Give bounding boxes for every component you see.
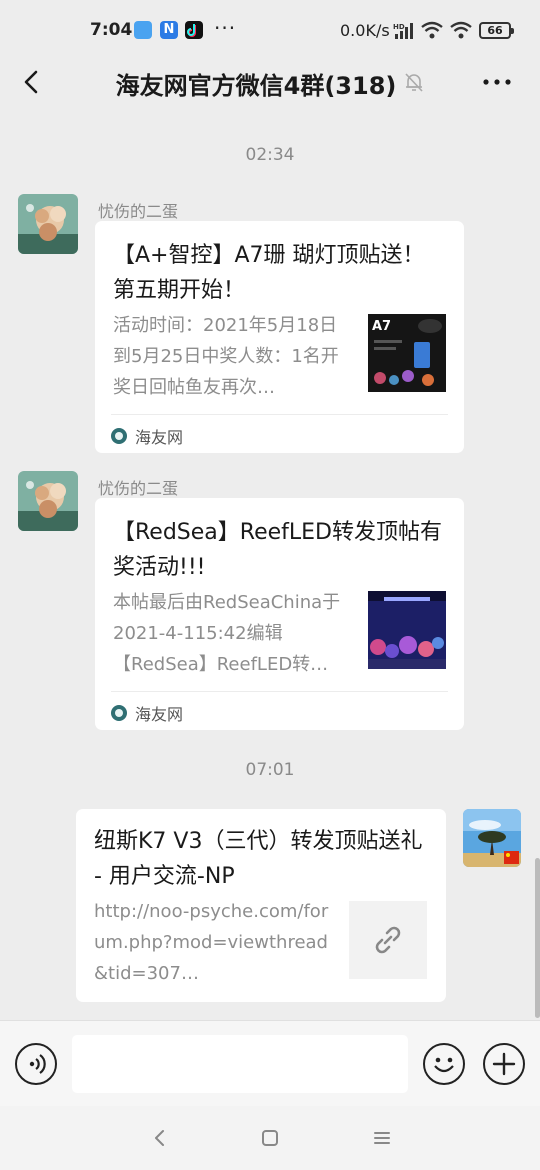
input-bar (0, 1020, 540, 1106)
hd-signal-icon: HD (393, 23, 413, 39)
nav-home-icon (262, 1130, 278, 1146)
card-description: http://noo-psyche.com/forum.php?mod=view… (94, 901, 329, 984)
card-source: 海友网 (111, 424, 183, 448)
message-timestamp: 07:01 (245, 760, 295, 780)
shared-link-card[interactable]: 纽斯K7 V3（三代）转发顶贴送礼 - 用户交流-NP http://noo-p… (76, 809, 446, 1002)
nav-back-icon (155, 1130, 164, 1146)
sender-name: 忧伤的二蛋 (98, 479, 179, 498)
nav-menu-button[interactable] (368, 1126, 396, 1150)
svg-text:HD: HD (393, 23, 405, 31)
card-title: 【RedSea】ReefLED转发顶帖有奖活动!!! (113, 520, 442, 580)
nav-home-button[interactable] (256, 1126, 284, 1150)
sender-name: 忧伤的二蛋 (98, 202, 179, 221)
more-dots-icon (483, 79, 511, 85)
app-notification-icon (134, 21, 152, 39)
emoji-button[interactable] (423, 1043, 465, 1085)
card-description: 活动时间：2021年5月18日到5月25日中奖人数：1名开奖日回帖鱼友再次… (113, 315, 339, 398)
card-title: 纽斯K7 V3（三代）转发顶贴送礼 - 用户交流-NP (94, 829, 423, 889)
link-thumbnail (349, 901, 427, 979)
shared-article-card[interactable]: 【A+智控】A7珊 瑚灯顶贴送！第五期开始！ 活动时间：2021年5月18日到5… (95, 221, 464, 453)
wifi-icon (450, 21, 472, 39)
self-avatar[interactable] (463, 809, 521, 867)
source-logo-icon (111, 705, 127, 721)
voice-button[interactable] (15, 1043, 57, 1085)
tree-sky-avatar-image (463, 809, 521, 867)
message-timestamp: 02:34 (245, 145, 295, 165)
chat-title: 海友网官方微信4群(318) (115, 72, 397, 100)
card-divider (111, 691, 448, 692)
n-app-icon: N (160, 21, 178, 39)
plus-icon (492, 1052, 516, 1076)
shared-article-card[interactable]: 【RedSea】ReefLED转发顶帖有奖活动!!! 本帖最后由RedSeaCh… (95, 498, 464, 730)
chat-header: 海友网官方微信4群(318) (0, 56, 540, 112)
mute-bell-icon (405, 73, 423, 92)
emoji-icon (434, 1057, 454, 1073)
card-title: 【A+智控】A7珊 瑚灯顶贴送！第五期开始！ (113, 243, 425, 303)
card-source: 海友网 (111, 701, 183, 725)
voice-icon (29, 1054, 46, 1074)
thumb-label: A7 (372, 319, 391, 334)
coral-avatar-image (18, 471, 78, 531)
battery-icon: 66 (479, 22, 514, 39)
more-button[interactable] (478, 66, 518, 98)
message-input[interactable] (72, 1035, 408, 1093)
source-logo-icon (111, 428, 127, 444)
card-description: 本帖最后由RedSeaChina于2021-4-115:42编辑【RedSea】… (113, 592, 341, 675)
coral-avatar-image (18, 194, 78, 254)
net-speed: 0.0K/s (340, 21, 390, 40)
nav-back-button[interactable] (146, 1126, 174, 1150)
more-functions-button[interactable] (483, 1043, 525, 1085)
more-notifications-indicator: ··· (214, 16, 237, 40)
article-thumbnail: A7 (368, 314, 446, 392)
avatar[interactable] (18, 194, 78, 254)
system-navigation-bar (0, 1106, 540, 1170)
status-time: 7:04 (90, 20, 133, 40)
source-name: 海友网 (135, 705, 184, 724)
source-name: 海友网 (135, 428, 184, 447)
nav-menu-icon (374, 1132, 390, 1144)
card-divider (111, 414, 448, 415)
avatar[interactable] (18, 471, 78, 531)
link-icon (375, 926, 401, 954)
scrollbar[interactable] (535, 858, 540, 1018)
article-thumbnail (368, 591, 446, 669)
status-bar: 7:04 N ··· 0.0K/s HD 66 (0, 0, 540, 56)
wifi-icon (421, 21, 443, 39)
tiktok-icon (185, 21, 203, 39)
